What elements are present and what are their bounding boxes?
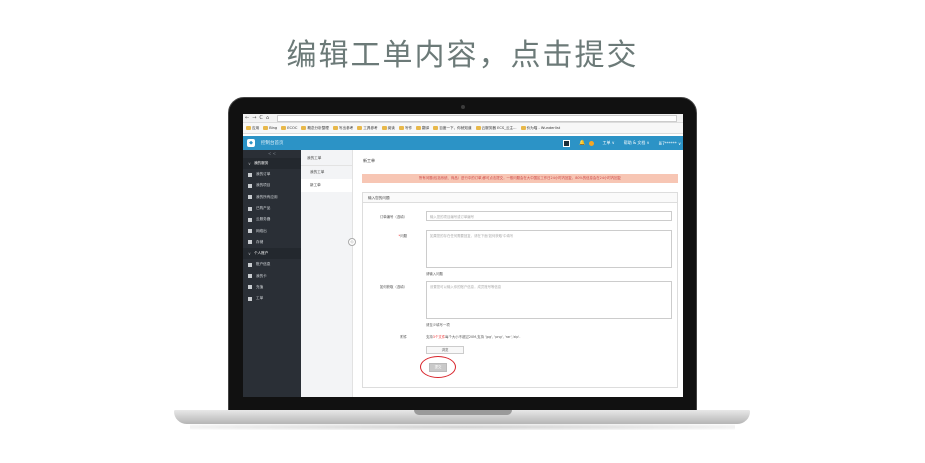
- sidebar-item[interactable]: 工单: [243, 293, 301, 304]
- bookmark[interactable]: 写作: [398, 126, 412, 131]
- folder-icon: [398, 126, 404, 130]
- header-menu-user[interactable]: 8i7****** ∨: [659, 141, 681, 146]
- grid-icon: [248, 172, 252, 177]
- grid-icon: [248, 240, 252, 245]
- folder-icon: [381, 126, 387, 130]
- sidebar-group-services[interactable]: ∨ 我的服务: [243, 158, 301, 169]
- folder-icon: [332, 126, 338, 130]
- grid-icon: [248, 195, 252, 200]
- bookmark[interactable]: 工具参考: [357, 126, 378, 131]
- sidebar-item[interactable]: 我的项目: [243, 180, 301, 191]
- header-right: 🔔 工单 ∨ 帮助 & 文档 ∨ 8i7****** ∨: [563, 136, 681, 150]
- info-hint: 请至少填写一项: [426, 323, 450, 327]
- bookmark[interactable]: 百度一下，你就知道: [433, 126, 472, 131]
- folder-icon: [281, 126, 287, 130]
- forward-icon[interactable]: →: [252, 114, 256, 123]
- folder-icon: [357, 126, 363, 130]
- home-icon[interactable]: ⌂: [266, 114, 269, 123]
- qrcode-icon[interactable]: [563, 139, 571, 147]
- info-label: 如何获取（选填）: [379, 285, 407, 289]
- sidebar-collapse[interactable]: < <: [243, 150, 301, 158]
- subnav: 我的工单 我的工单 新工单: [301, 150, 353, 397]
- grid-icon: [248, 296, 252, 301]
- headline: 编辑工单内容，点击提交: [286, 38, 639, 73]
- question-textarea[interactable]: 如果您的存在任何需要回复，请在下面'如何获取'中填写: [426, 230, 672, 268]
- highlight-circle: [420, 356, 456, 378]
- question-label: *问题: [398, 234, 407, 238]
- grid-icon: [248, 206, 252, 211]
- sidebar-item[interactable]: 我的订单: [243, 169, 301, 180]
- camera: [461, 105, 465, 109]
- subnav-title: 我的工单: [301, 150, 352, 166]
- grid-icon: [248, 274, 252, 279]
- bookmark[interactable]: 应用: [246, 126, 259, 131]
- order-input[interactable]: 输入您的项目编号或订单编号: [426, 211, 672, 221]
- folder-icon: [301, 126, 307, 130]
- grid-icon: [248, 183, 252, 188]
- upload-button[interactable]: 浏览: [426, 346, 464, 354]
- question-hint: 请输入问题: [426, 272, 443, 276]
- sidebar-item[interactable]: 我的卡: [243, 270, 301, 281]
- grid-icon: [248, 217, 252, 222]
- bookmark[interactable]: ECOC: [281, 126, 297, 130]
- bookmark[interactable]: 价为喵 - Wunderlist: [520, 126, 560, 131]
- sidebar-item[interactable]: 云服务器: [243, 214, 301, 225]
- bookmark[interactable]: 翻译: [416, 126, 429, 131]
- collapse-toggle-icon[interactable]: ◇: [348, 238, 356, 246]
- notice-banner: 所有问题(包括系统、商品）进行中的订单)即可点击提交，一般问题会在大中国区工作日…: [362, 174, 678, 183]
- info-textarea[interactable]: 设置您可以输入你的账户信息，成员账号等信息: [426, 281, 672, 319]
- bell-icon[interactable]: 🔔: [579, 140, 585, 146]
- header-menu-help[interactable]: 帮助 & 文档 ∨: [624, 140, 650, 146]
- bookmark[interactable]: 写出参考: [332, 126, 353, 131]
- bookmarks-bar: 应用 Bing ECOC 概念分析整理 写出参考 工具参考 阅读 写作 翻译 百…: [243, 123, 683, 134]
- browser-toolbar: ← → C ⌂: [243, 114, 683, 123]
- bookmark[interactable]: 阅读: [381, 126, 395, 131]
- sidebar-item[interactable]: 网络出: [243, 225, 301, 236]
- sidebar-item[interactable]: 账户信息: [243, 259, 301, 270]
- subnav-item-my-tickets[interactable]: 我的工单: [301, 166, 352, 179]
- page-title: 新工单: [363, 158, 375, 163]
- laptop-shadow: [190, 424, 735, 430]
- logo-icon[interactable]: ◆: [247, 139, 255, 147]
- folder-icon: [433, 126, 439, 130]
- app-header: ◆ 控制台首页 🔔 工单 ∨ 帮助 & 文档 ∨ 8i7****** ∨: [243, 136, 683, 150]
- chevron-down-icon: ∨: [248, 161, 251, 166]
- folder-icon: [416, 126, 422, 130]
- sidebar-item[interactable]: 存储: [243, 237, 301, 248]
- main-content: 新工单 所有问题(包括系统、商品）进行中的订单)即可点击提交，一般问题会在大中国…: [357, 150, 683, 397]
- folder-icon: [246, 126, 251, 130]
- grid-icon: [248, 285, 252, 290]
- reload-icon[interactable]: C: [259, 114, 263, 123]
- grid-icon: [248, 229, 252, 234]
- sidebar-item[interactable]: 充值: [243, 282, 301, 293]
- bookmark[interactable]: 云服务器 ECS_云主...: [475, 126, 517, 131]
- app-title[interactable]: 控制台首页: [261, 140, 284, 146]
- subnav-item-new-ticket[interactable]: 新工单: [301, 179, 352, 192]
- sidebar: < < ∨ 我的服务 我的订单 我的项目 我的所有应用 已购产品 云服务器 网络出…: [243, 150, 301, 397]
- header-menu-ticket[interactable]: 工单 ∨: [603, 140, 615, 146]
- address-bar[interactable]: [277, 115, 677, 122]
- folder-icon: [263, 126, 269, 130]
- laptop-screen: ← → C ⌂ 应用 Bing ECOC 概念分析整理 写出参考 工具参考 阅读…: [243, 114, 683, 397]
- attach-label: 附件: [400, 335, 407, 339]
- order-label: 订单编号（选填）: [379, 215, 407, 219]
- bookmark[interactable]: Bing: [263, 126, 277, 130]
- laptop-notch: [414, 410, 512, 415]
- folder-icon: [520, 126, 526, 130]
- notification-badge: [588, 140, 594, 146]
- panel-title: 输入您的问题: [363, 193, 677, 203]
- sidebar-item[interactable]: 我的所有应用: [243, 192, 301, 203]
- grid-icon: [248, 262, 252, 267]
- bookmark[interactable]: 概念分析整理: [301, 126, 329, 131]
- attach-hint: 支持3个文件每个大小不超过20M,支持 'jpg', 'png', 'rar',…: [426, 335, 521, 339]
- sidebar-group-account[interactable]: ∨ 个人账户: [243, 248, 301, 260]
- folder-icon: [475, 126, 481, 130]
- back-icon[interactable]: ←: [245, 114, 249, 123]
- sidebar-item[interactable]: 已购产品: [243, 203, 301, 214]
- ticket-form-panel: 输入您的问题 订单编号（选填） 输入您的项目编号或订单编号 *问题 如果您的存在…: [362, 192, 678, 388]
- chevron-down-icon: ∨: [248, 251, 251, 257]
